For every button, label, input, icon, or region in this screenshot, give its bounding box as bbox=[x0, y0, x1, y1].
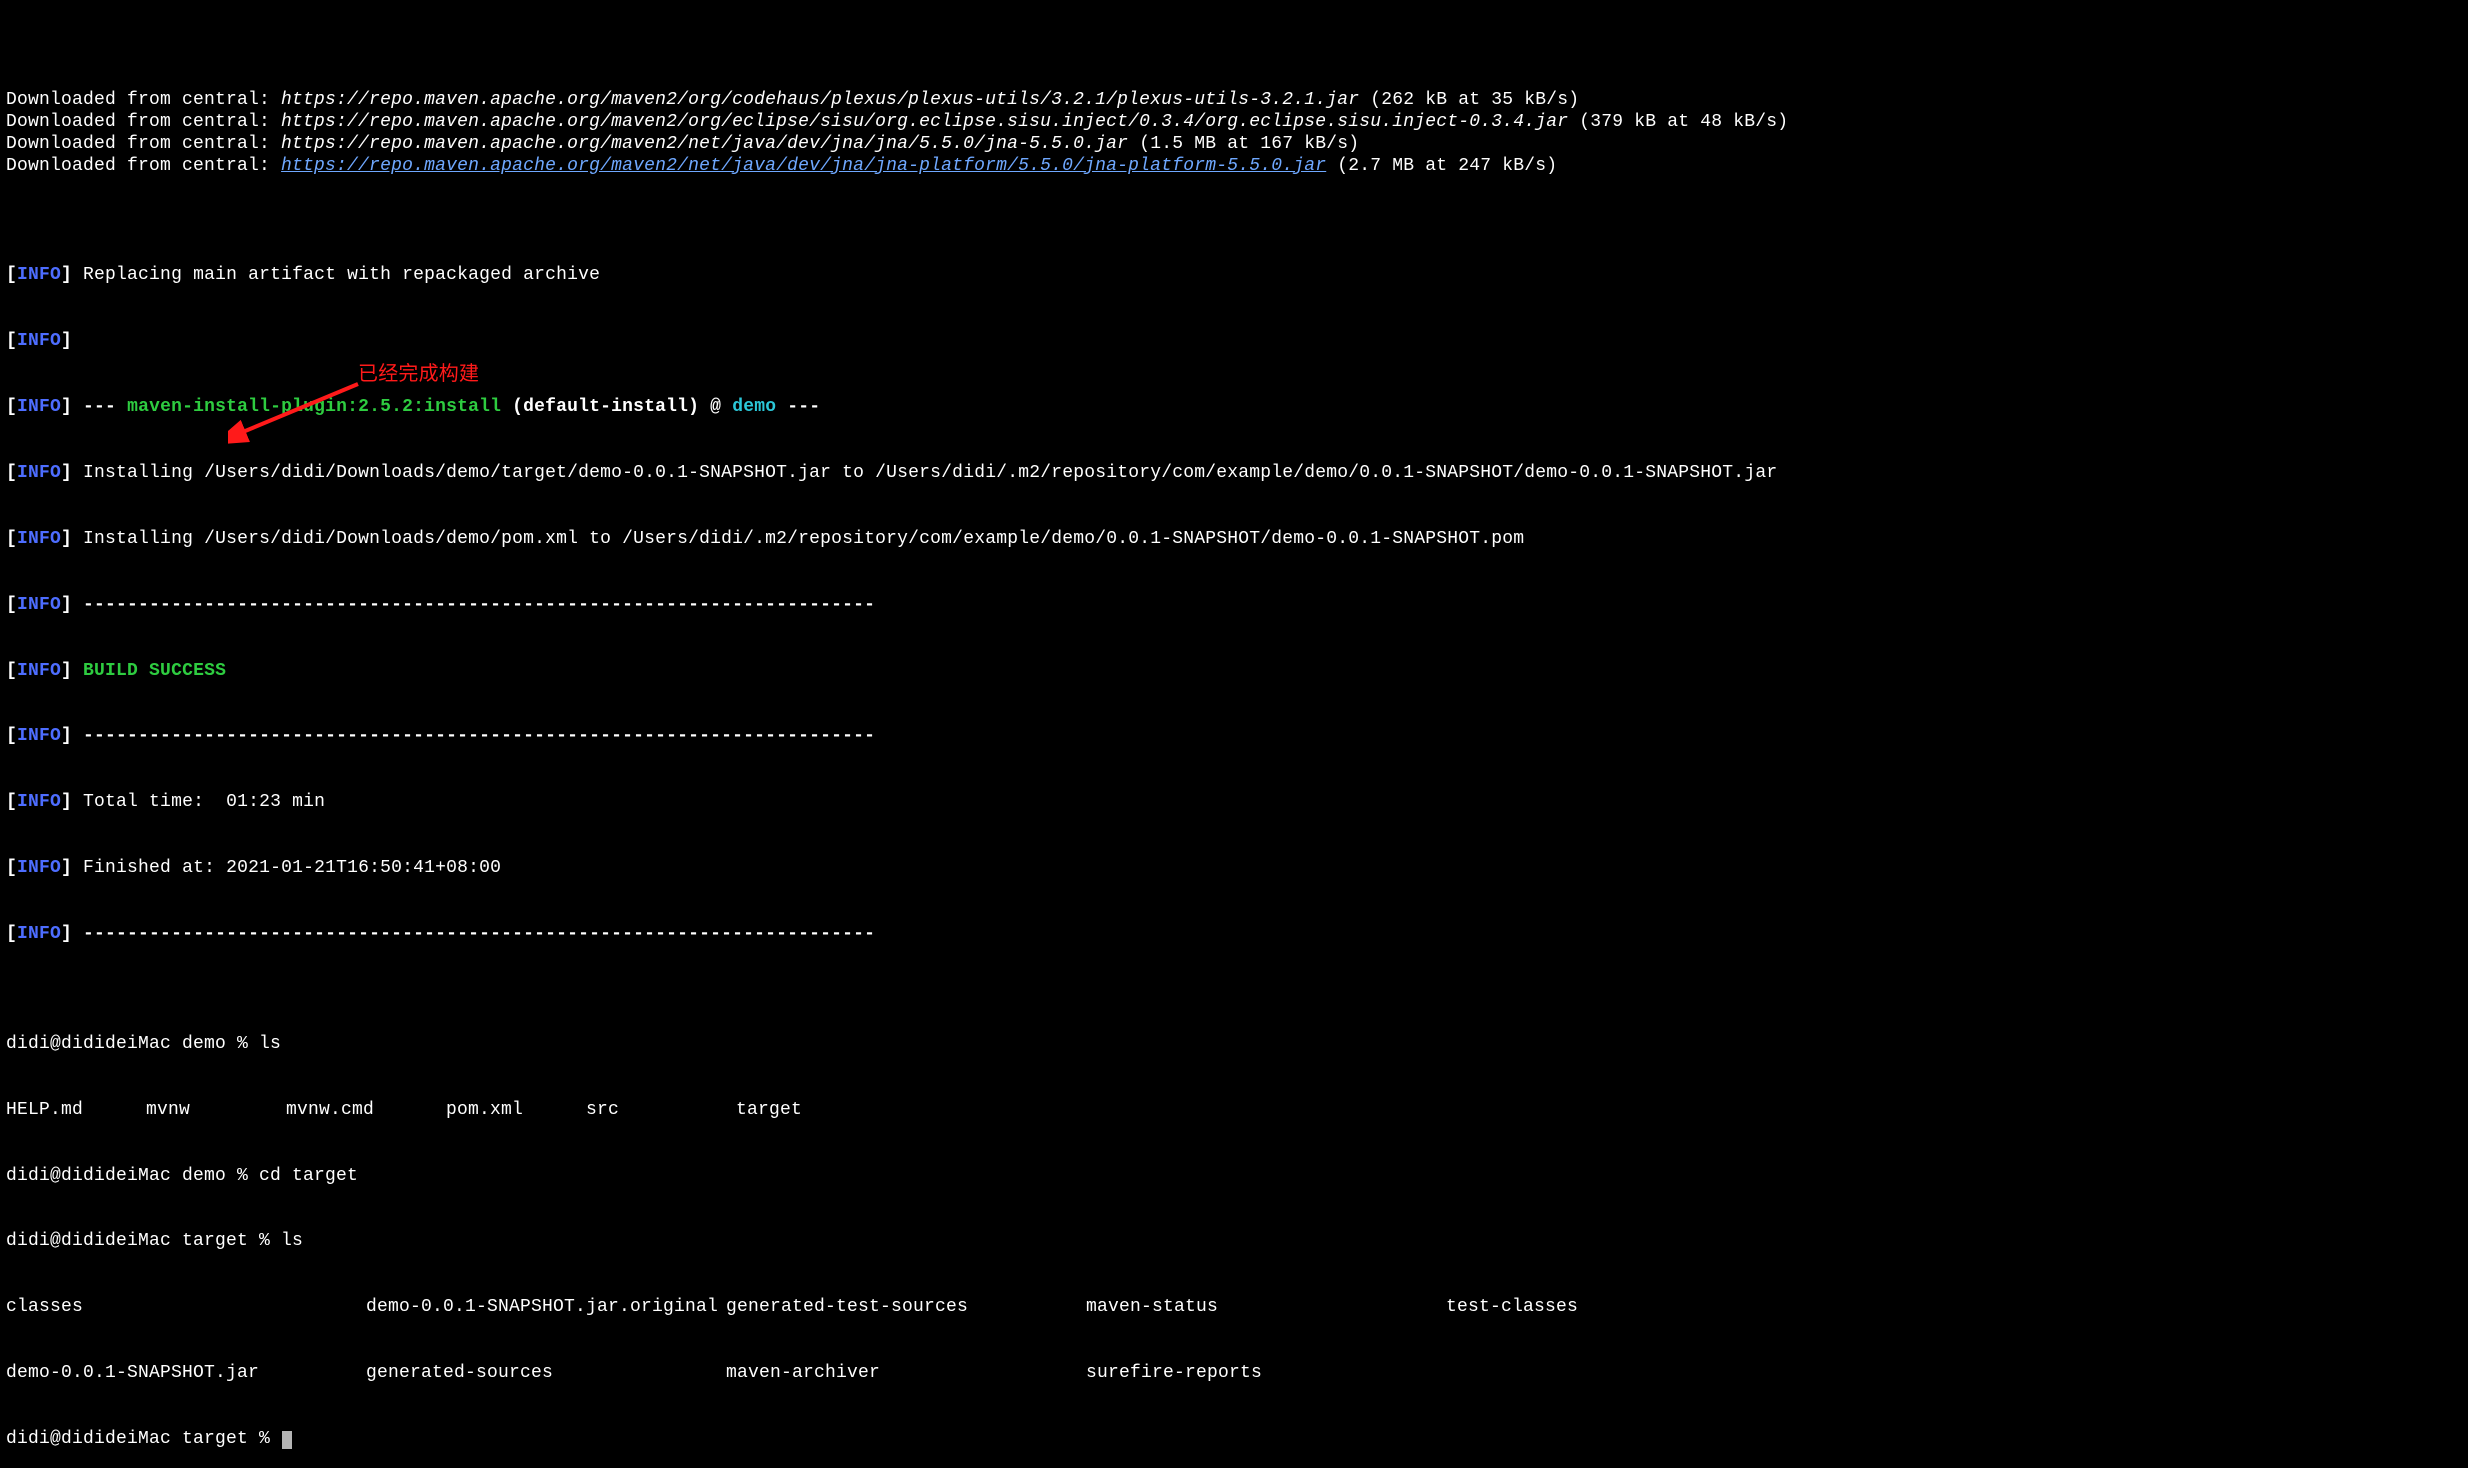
list-item: HELP.md bbox=[6, 1100, 146, 1122]
ls-output-row: HELP.mdmvnwmvnw.cmdpom.xmlsrctarget bbox=[6, 1100, 2462, 1122]
shell-prompt: didi@didideiMac target % ls bbox=[6, 1231, 2462, 1253]
terminal-output[interactable]: Downloaded from central: https://repo.ma… bbox=[0, 0, 2468, 1468]
list-item: generated-test-sources bbox=[726, 1297, 1086, 1319]
list-item: mvnw bbox=[146, 1100, 286, 1122]
log-line: [INFO] Replacing main artifact with repa… bbox=[6, 265, 2462, 287]
log-line: [INFO] Total time: 01:23 min bbox=[6, 792, 2462, 814]
download-url: https://repo.maven.apache.org/maven2/org… bbox=[281, 90, 1359, 110]
download-url: https://repo.maven.apache.org/maven2/org… bbox=[281, 112, 1568, 132]
list-item: generated-sources bbox=[366, 1363, 726, 1385]
annotation-text: 已经完成构建 bbox=[358, 362, 479, 386]
log-line: [INFO] Finished at: 2021-01-21T16:50:41+… bbox=[6, 858, 2462, 880]
list-item: demo-0.0.1-SNAPSHOT.jar bbox=[6, 1363, 366, 1385]
list-item: maven-status bbox=[1086, 1297, 1446, 1319]
ls-output-row: classesdemo-0.0.1-SNAPSHOT.jar.originalg… bbox=[6, 1297, 2462, 1319]
log-line: [INFO] bbox=[6, 331, 2462, 353]
log-line: [INFO] ---------------------------------… bbox=[6, 924, 2462, 946]
list-item: src bbox=[586, 1100, 736, 1122]
cursor bbox=[282, 1431, 292, 1449]
shell-prompt-current[interactable]: didi@didideiMac target % bbox=[6, 1429, 2462, 1451]
log-line: Downloaded from central: https://repo.ma… bbox=[6, 112, 2462, 134]
log-line: [INFO] Installing /Users/didi/Downloads/… bbox=[6, 529, 2462, 551]
list-item bbox=[1446, 1363, 1586, 1385]
download-url-link[interactable]: https://repo.maven.apache.org/maven2/net… bbox=[281, 156, 1326, 176]
ls-output-row: demo-0.0.1-SNAPSHOT.jargenerated-sources… bbox=[6, 1363, 2462, 1385]
list-item: classes bbox=[6, 1297, 366, 1319]
download-url: https://repo.maven.apache.org/maven2/net… bbox=[281, 134, 1128, 154]
log-line: Downloaded from central: https://repo.ma… bbox=[6, 90, 2462, 112]
log-line: [INFO] BUILD SUCCESS bbox=[6, 661, 2462, 683]
log-line: Downloaded from central: https://repo.ma… bbox=[6, 134, 2462, 156]
list-item: demo-0.0.1-SNAPSHOT.jar.original bbox=[366, 1297, 726, 1319]
log-line: [INFO] ---------------------------------… bbox=[6, 726, 2462, 748]
list-item: target bbox=[736, 1100, 816, 1122]
list-item: maven-archiver bbox=[726, 1363, 1086, 1385]
shell-prompt: didi@didideiMac demo % cd target bbox=[6, 1166, 2462, 1188]
list-item: pom.xml bbox=[446, 1100, 586, 1122]
log-line: Downloaded from central: https://repo.ma… bbox=[6, 156, 2462, 178]
log-line: [INFO] --- maven-install-plugin:2.5.2:in… bbox=[6, 397, 2462, 419]
list-item: test-classes bbox=[1446, 1297, 1586, 1319]
log-line: [INFO] ---------------------------------… bbox=[6, 595, 2462, 617]
list-item: surefire-reports bbox=[1086, 1363, 1446, 1385]
log-line: [INFO] Installing /Users/didi/Downloads/… bbox=[6, 463, 2462, 485]
shell-prompt: didi@didideiMac demo % ls bbox=[6, 1034, 2462, 1056]
list-item: mvnw.cmd bbox=[286, 1100, 446, 1122]
